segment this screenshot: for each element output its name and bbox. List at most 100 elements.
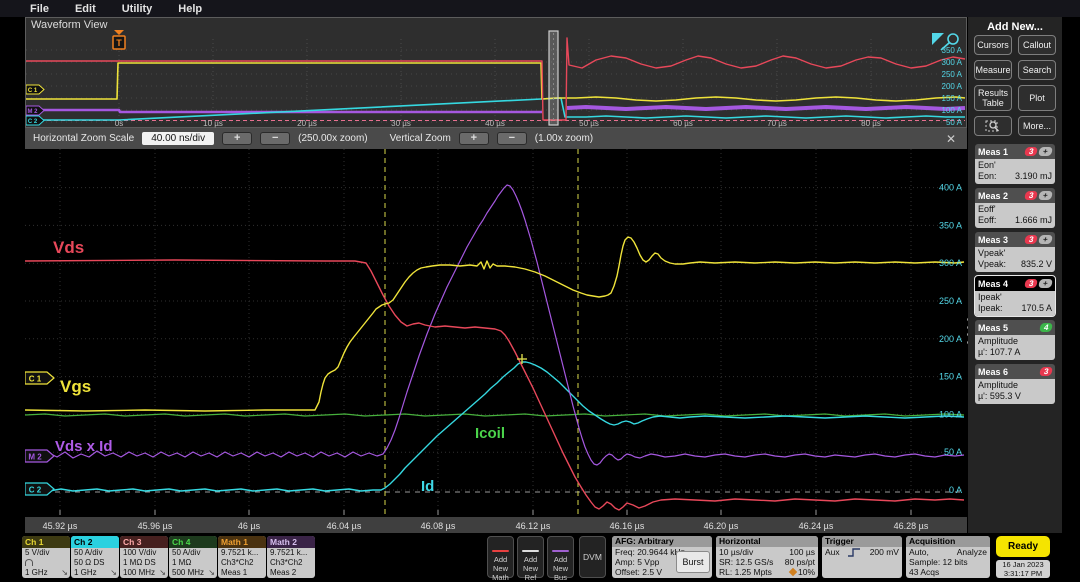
add-callout-button[interactable]: Callout <box>1018 35 1056 55</box>
meas-5-badge[interactable]: Meas 5 4 Amplitude µ': 107.7 A <box>975 320 1055 360</box>
time-text: 3:31:17 PM <box>996 569 1050 578</box>
menu-file[interactable]: File <box>30 3 49 15</box>
overview-m2-badge: M 2 <box>26 106 44 115</box>
close-zoom-icon[interactable]: ✕ <box>943 132 959 146</box>
meas-2-plus-pill: + <box>1038 191 1053 200</box>
zoom-scale-value[interactable]: 40.00 ns/div <box>142 132 214 145</box>
meas-6-badge[interactable]: Meas 6 3 Amplitude µ': 595.3 V <box>975 364 1055 404</box>
acq-mode: Auto, <box>909 547 929 557</box>
meas-3-title: Meas 3 <box>978 235 1025 245</box>
menu-bar: File Edit Utility Help <box>0 0 1080 17</box>
overview-y-label: 150 A <box>942 94 963 103</box>
v-zoom-minus-button[interactable]: − <box>497 132 527 145</box>
time-axis-label: 45.92 µs <box>43 521 78 531</box>
mask-zoom-button[interactable] <box>974 116 1012 136</box>
h-zoom-minus-button[interactable]: − <box>260 132 290 145</box>
time-axis-label: 46.24 µs <box>799 521 834 531</box>
bus-color-bar <box>552 550 569 552</box>
math2-expression: Ch3*Ch2 <box>270 558 312 568</box>
h-zoom-readout: (250.00x zoom) <box>298 133 367 144</box>
math2-label: Math 2 <box>267 536 315 548</box>
channel-4-badge[interactable]: Ch 4 50 A/div 1 MΩ 500 MHz ↘ <box>169 536 217 578</box>
add-cursors-button[interactable]: Cursors <box>974 35 1012 55</box>
ch1-label: Ch 1 <box>22 536 70 548</box>
menu-utility[interactable]: Utility <box>122 3 153 15</box>
meas-1-line1: Eon' <box>978 160 996 171</box>
afg-burst-button[interactable]: Burst <box>676 551 710 573</box>
trigger-title: Trigger <box>822 536 902 547</box>
badge-text: C 1 <box>28 88 38 94</box>
trace-label-vgs: Vgs <box>60 377 91 396</box>
afg-panel[interactable]: AFG: Arbitrary Freq: 20.9644 kHz Amp: 5 … <box>612 536 712 578</box>
acq-analyze: Analyze <box>957 547 987 557</box>
add-more-button[interactable]: More... <box>1018 116 1056 136</box>
time-axis-label: 45.96 µs <box>138 521 173 531</box>
ch3-config-icon: ↘ <box>159 568 166 578</box>
amps-axis-label: 350 A <box>939 220 962 230</box>
add-new-bus-button[interactable]: Add New Bus <box>547 536 574 578</box>
h-window: 100 µs <box>789 547 815 557</box>
h-zoom-plus-button[interactable]: + <box>222 132 252 145</box>
add-new-buttons: Cursors Callout Measure Search Results T… <box>968 35 1062 136</box>
math1-label: Math 1 <box>218 536 266 548</box>
acquisition-panel[interactable]: Acquisition Auto,Analyze Sample: 12 bits… <box>906 536 990 578</box>
menu-help[interactable]: Help <box>178 3 202 15</box>
meas-4-title: Meas 4 <box>978 279 1025 289</box>
math-1-badge[interactable]: Math 1 9.7521 k... Ch3*Ch2 Meas 1 <box>218 536 266 578</box>
meas-3-line1: Vpeak' <box>978 248 1005 259</box>
menu-edit[interactable]: Edit <box>75 3 96 15</box>
ch2-scale: 50 A/div <box>74 548 116 558</box>
add-results-table-button[interactable]: Results Table <box>974 85 1012 111</box>
channel-3-badge[interactable]: Ch 3 100 V/div 1 MΩ DS 100 MHz ↘ <box>120 536 168 578</box>
meas-1-source-pill: 3 <box>1024 147 1038 156</box>
add-search-button[interactable]: Search <box>1018 60 1056 80</box>
meas-6-line1: Amplitude <box>978 380 1018 391</box>
plot-c1-badge[interactable]: C 1 <box>25 372 54 384</box>
zoom-window-indicator[interactable] <box>549 31 558 125</box>
trigger-panel[interactable]: Trigger Aux 200 mV <box>822 536 902 578</box>
trigger-position-flag[interactable]: T <box>113 30 125 49</box>
plot-m2-badge[interactable]: M 2 <box>25 450 54 462</box>
math2-vds-id-trace <box>25 185 964 465</box>
trace-label-icoil: Icoil <box>475 425 505 442</box>
ch4-config-icon: ↘ <box>208 568 215 578</box>
channel-1-badge[interactable]: Ch 1 5 V/div 1 GHz ↘ <box>22 536 70 578</box>
meas-4-value: 170.5 A <box>1021 303 1052 314</box>
dvm-button[interactable]: DVM <box>579 536 606 578</box>
meas-5-value: µ': 107.7 A <box>978 347 1020 358</box>
add-measure-button[interactable]: Measure <box>974 60 1012 80</box>
meas-2-label: Eoff: <box>978 215 996 226</box>
add-plot-button[interactable]: Plot <box>1018 85 1056 111</box>
overview-y-label: 50 A <box>946 118 963 127</box>
meas-6-value: µ': 595.3 V <box>978 391 1021 402</box>
horizontal-panel[interactable]: Horizontal 10 µs/div100 µs SR: 12.5 GS/s… <box>716 536 818 578</box>
ch4-label: Ch 4 <box>169 536 217 548</box>
add-new-math-button[interactable]: Add New Math <box>487 536 514 578</box>
meas-3-source-pill: 3 <box>1024 235 1038 244</box>
meas-5-source-pill: 4 <box>1039 323 1053 332</box>
overview-y-label: 300 A <box>942 58 963 67</box>
trigger-source: Aux <box>825 547 840 557</box>
amps-axis-label: 100 A <box>939 409 962 419</box>
badge-text: C 1 <box>29 375 42 384</box>
plot-c2-badge[interactable]: C 2 <box>25 483 54 495</box>
trace-label-vdsxid: Vds x Id <box>55 438 113 455</box>
v-zoom-plus-button[interactable]: + <box>459 132 489 145</box>
meas-2-badge[interactable]: Meas 2 3 + Eoff' Eoff: 1.666 mJ <box>975 188 1055 228</box>
overview-y-label: 200 A <box>942 82 963 91</box>
ch1-config-icon: ↘ <box>61 568 68 578</box>
add-new-ref-button[interactable]: Add New Ref <box>517 536 544 578</box>
time-axis-label: 46.16 µs <box>610 521 645 531</box>
meas-1-badge[interactable]: Meas 1 3 + Eon' Eon: 3.190 mJ <box>975 144 1055 184</box>
amps-axis-label: 250 A <box>939 296 962 306</box>
ch1-scale: 5 V/div <box>25 548 67 558</box>
channel-2-badge[interactable]: Ch 2 50 A/div 50 Ω DS 1 GHz ↘ <box>71 536 119 578</box>
meas-3-badge[interactable]: Meas 3 3 + Vpeak' Vpeak: 835.2 V <box>975 232 1055 272</box>
time-axis-label: 46.04 µs <box>327 521 362 531</box>
math1-scale: 9.7521 k... <box>221 548 263 558</box>
meas-4-label: Ipeak: <box>978 303 1003 314</box>
overview-x-label: 30 µs <box>391 119 411 128</box>
time-axis-label: 46.12 µs <box>516 521 551 531</box>
math-2-badge[interactable]: Math 2 9.7521 k... Ch3*Ch2 Meas 2 <box>267 536 315 578</box>
meas-4-badge[interactable]: Meas 4 3 + Ipeak' Ipeak: 170.5 A <box>975 276 1055 316</box>
